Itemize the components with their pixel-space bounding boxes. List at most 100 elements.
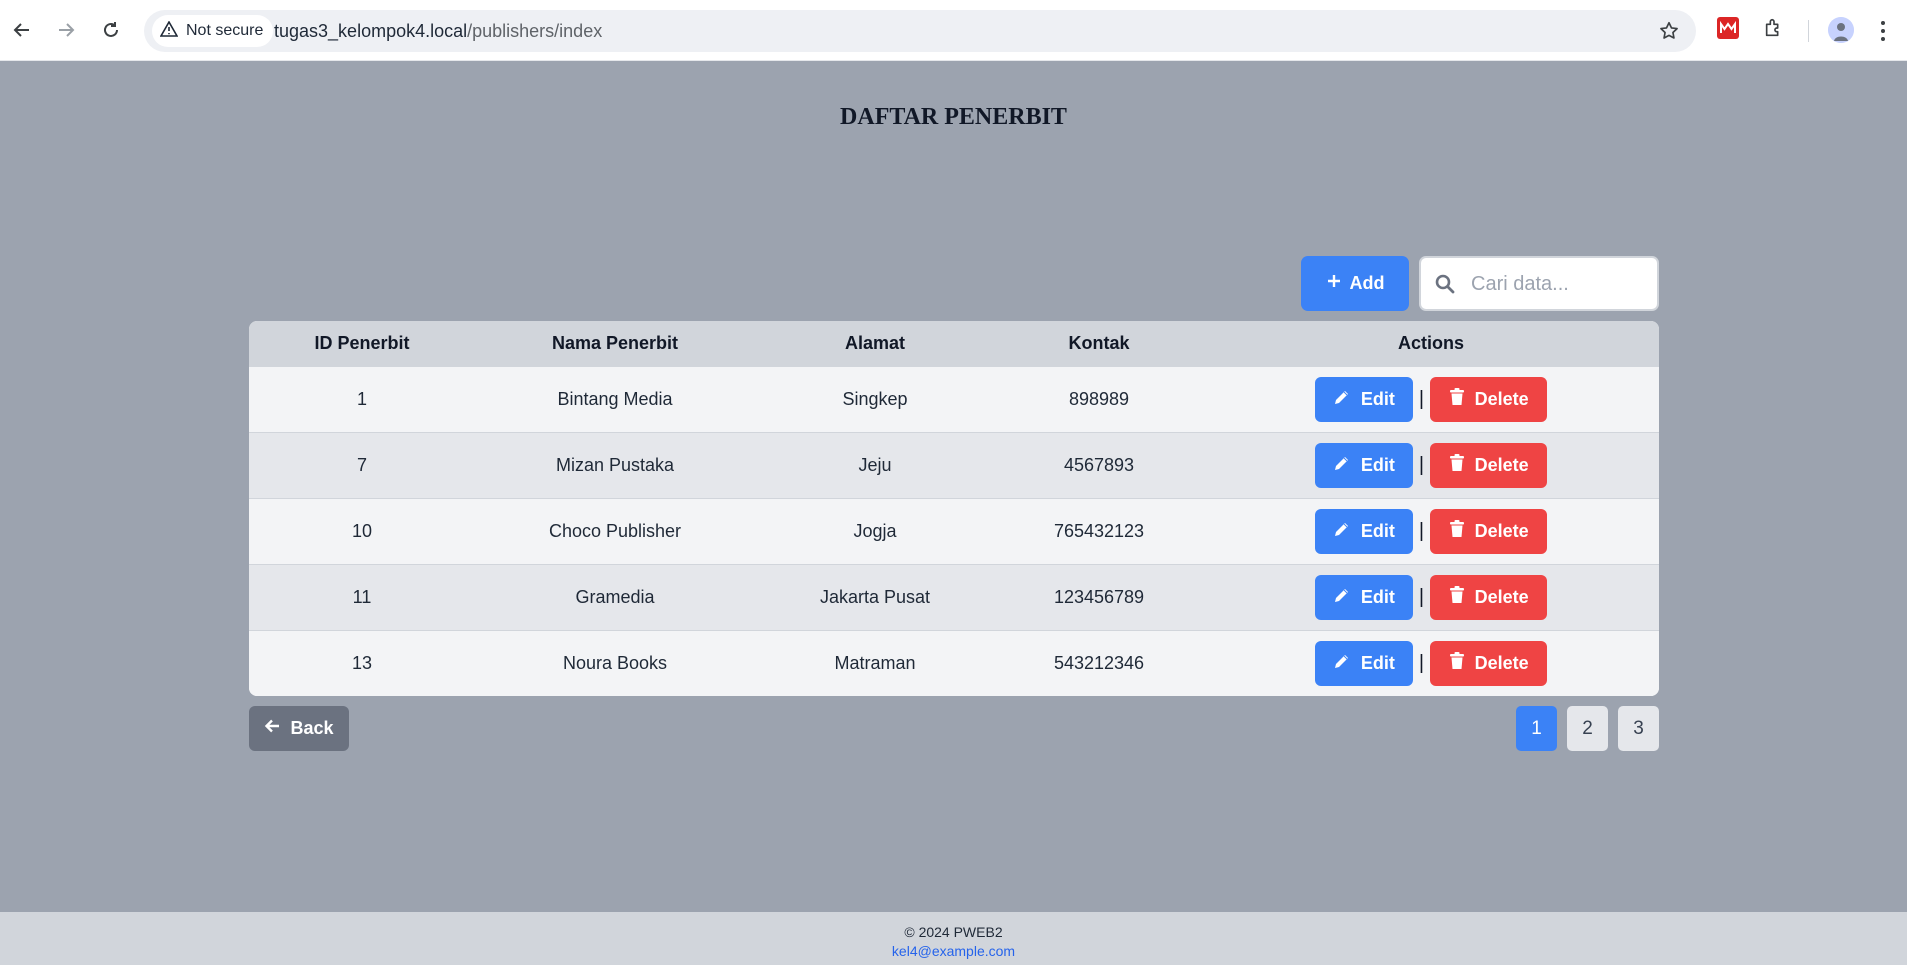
puzzle-icon[interactable]: [1763, 17, 1785, 44]
cell-alamat: Jakarta Pusat: [819, 586, 931, 607]
address-bar[interactable]: Not secure tugas3_kelompok4.local/publis…: [144, 10, 1696, 52]
url-path: /publishers/index: [467, 21, 603, 41]
extension-red-icon[interactable]: [1717, 17, 1739, 44]
header-kontak: Kontak: [1068, 332, 1130, 353]
table-row: 11 Gramedia Jakarta Pusat 123456789 Edit | Del…: [249, 564, 1659, 630]
pencil-icon: [1333, 388, 1351, 411]
cell-alamat: Jeju: [858, 454, 892, 475]
security-chip[interactable]: Not secure: [152, 15, 274, 47]
action-separator: |: [1418, 585, 1425, 608]
menu-icon[interactable]: [1876, 18, 1890, 44]
delete-button[interactable]: Delete: [1430, 376, 1548, 422]
cell-nama: Mizan Pustaka: [555, 454, 675, 475]
page-link-1[interactable]: 1: [1516, 706, 1557, 751]
toolbar-divider: [1808, 20, 1809, 42]
cell-nama: Choco Publisher: [548, 520, 682, 541]
cell-nama: Noura Books: [562, 652, 668, 673]
delete-label: Delete: [1474, 586, 1529, 607]
cell-id: 1: [356, 388, 367, 409]
warning-icon: [159, 19, 179, 42]
arrow-left-icon: [264, 718, 280, 739]
footer: © 2024 PWEB2 kel4@example.com: [0, 912, 1907, 965]
cell-actions: Edit | Delete: [1203, 366, 1659, 432]
header-nama: Nama Penerbit: [551, 332, 679, 353]
header-actions: Actions: [1397, 332, 1464, 353]
search-input[interactable]: [1471, 270, 1651, 298]
pencil-icon: [1333, 586, 1351, 609]
cell-alamat: Jogja: [853, 520, 897, 541]
table-header-row: ID Penerbit Nama Penerbit Alamat Kontak …: [249, 321, 1659, 366]
edit-label: Edit: [1360, 520, 1395, 541]
action-separator: |: [1418, 519, 1425, 542]
delete-label: Delete: [1474, 520, 1529, 541]
footer-copyright: © 2024 PWEB2: [904, 924, 1003, 940]
cell-kontak: 123456789: [1053, 586, 1145, 607]
back-arrow-icon[interactable]: [8, 16, 36, 44]
table-row: 10 Choco Publisher Jogja 765432123 Edit | Dele…: [249, 498, 1659, 564]
header-id: ID Penerbit: [314, 332, 410, 353]
pencil-icon: [1333, 520, 1351, 543]
add-label: Add: [1349, 273, 1385, 293]
search-icon: [1435, 274, 1455, 299]
edit-label: Edit: [1360, 586, 1395, 607]
edit-label: Edit: [1360, 652, 1395, 673]
cell-id: 7: [356, 454, 367, 475]
reload-icon[interactable]: [97, 16, 125, 44]
edit-button[interactable]: Edit: [1314, 574, 1413, 620]
edit-label: Edit: [1360, 454, 1395, 475]
url-text[interactable]: tugas3_kelompok4.local/publishers/index: [274, 21, 602, 42]
trash-icon: [1449, 651, 1465, 675]
plus-icon: [1326, 273, 1342, 294]
action-separator: |: [1418, 387, 1425, 410]
pencil-icon: [1333, 652, 1351, 675]
action-separator: |: [1418, 651, 1425, 674]
cell-alamat: Matraman: [834, 652, 916, 673]
cell-actions: Edit | Delete: [1203, 564, 1659, 630]
publishers-table: ID Penerbit Nama Penerbit Alamat Kontak …: [249, 321, 1659, 696]
edit-button[interactable]: Edit: [1314, 508, 1413, 554]
cell-nama: Gramedia: [575, 586, 655, 607]
delete-button[interactable]: Delete: [1430, 508, 1548, 554]
cell-alamat: Singkep: [842, 388, 908, 409]
edit-button[interactable]: Edit: [1314, 376, 1413, 422]
delete-button[interactable]: Delete: [1430, 442, 1548, 488]
search-box[interactable]: [1419, 256, 1659, 311]
cell-kontak: 898989: [1068, 388, 1130, 409]
url-host: tugas3_kelompok4.local: [274, 21, 468, 41]
back-button[interactable]: Back: [249, 706, 349, 751]
browser-toolbar: Not secure tugas3_kelompok4.local/publis…: [0, 0, 1907, 61]
delete-button[interactable]: Delete: [1430, 574, 1548, 620]
back-label: Back: [290, 718, 334, 738]
add-button[interactable]: Add: [1301, 256, 1409, 311]
avatar[interactable]: [1828, 17, 1854, 43]
cell-nama: Bintang Media: [557, 388, 673, 409]
page-title: DAFTAR PENERBIT: [840, 104, 1067, 130]
edit-label: Edit: [1360, 388, 1395, 409]
table-row: 13 Noura Books Matraman 543212346 Edit | Delet…: [249, 630, 1659, 696]
cell-id: 10: [351, 520, 373, 541]
pencil-icon: [1333, 454, 1351, 477]
forward-arrow-icon[interactable]: [52, 16, 80, 44]
cell-kontak: 765432123: [1053, 520, 1145, 541]
table-row: 1 Bintang Media Singkep 898989 Edit | Delete: [249, 366, 1659, 432]
star-icon[interactable]: [1658, 20, 1680, 47]
header-alamat: Alamat: [844, 332, 906, 353]
delete-button[interactable]: Delete: [1430, 640, 1548, 686]
footer-email-link[interactable]: kel4@example.com: [0, 943, 1907, 959]
trash-icon: [1449, 585, 1465, 609]
delete-label: Delete: [1474, 652, 1529, 673]
edit-button[interactable]: Edit: [1314, 640, 1413, 686]
action-separator: |: [1418, 453, 1425, 476]
trash-icon: [1449, 453, 1465, 477]
trash-icon: [1449, 519, 1465, 543]
cell-kontak: 543212346: [1053, 652, 1145, 673]
cell-kontak: 4567893: [1063, 454, 1135, 475]
page-link-2[interactable]: 2: [1567, 706, 1608, 751]
delete-label: Delete: [1474, 454, 1529, 475]
page-link-3[interactable]: 3: [1618, 706, 1659, 751]
delete-label: Delete: [1474, 388, 1529, 409]
security-label: Not secure: [186, 22, 264, 39]
cell-id: 11: [352, 586, 372, 607]
cell-actions: Edit | Delete: [1203, 432, 1659, 498]
edit-button[interactable]: Edit: [1314, 442, 1413, 488]
